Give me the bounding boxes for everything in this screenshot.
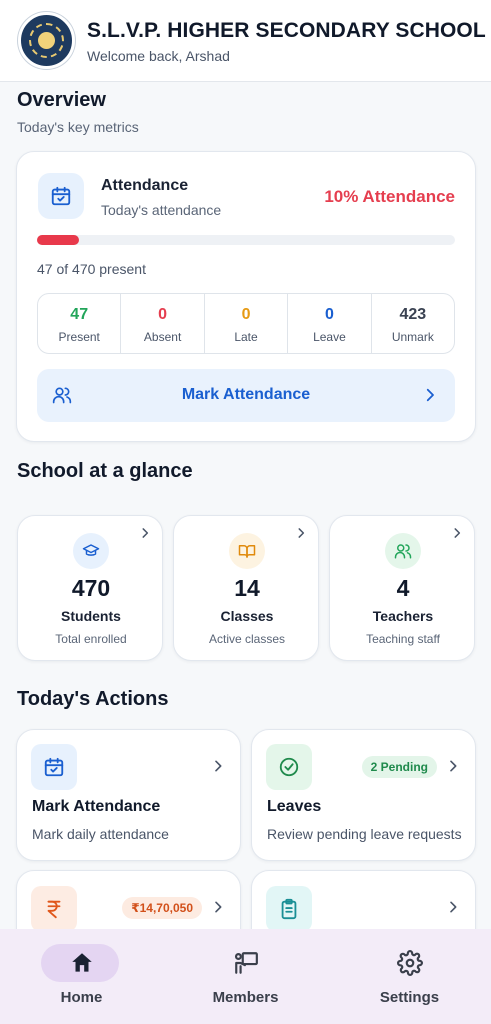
actions-title: Today's Actions: [17, 688, 169, 710]
teachers-label: Teachers: [372, 608, 434, 624]
chevron-right-icon: [450, 526, 464, 545]
stat-late: 0 Late: [205, 294, 289, 353]
users-icon: [385, 533, 421, 569]
nav-home[interactable]: Home: [0, 929, 163, 1024]
stat-leave: 0 Leave: [288, 294, 372, 353]
action-title: Mark Attendance: [32, 798, 161, 815]
chevron-right-icon: [210, 899, 226, 920]
stat-value: 0: [241, 306, 251, 323]
gear-icon: [328, 950, 491, 976]
chevron-right-icon: [138, 526, 152, 545]
students-sub: Total enrolled: [55, 632, 127, 646]
attendance-card: Attendance Today's attendance 10% Attend…: [16, 151, 476, 442]
stat-label: Present: [58, 330, 100, 344]
amount-badge: ₹14,70,050: [122, 897, 202, 919]
action-mark-attendance[interactable]: Mark Attendance Mark daily attendance: [16, 729, 241, 861]
classes-sub: Active classes: [208, 632, 286, 646]
stat-unmark: 423 Unmark: [372, 294, 454, 353]
stat-label: Absent: [143, 330, 182, 344]
chevron-right-icon: [421, 386, 439, 409]
students-count: 470: [71, 575, 111, 601]
school-logo: [18, 12, 75, 69]
action-subtitle: Review pending leave requests: [267, 826, 462, 842]
stat-label: Leave: [313, 330, 346, 344]
rupee-icon: [31, 886, 77, 932]
nav-label: Members: [212, 989, 279, 1006]
attendance-count: 47 of 470 present: [37, 261, 146, 277]
glance-title: School at a glance: [17, 460, 193, 482]
attendance-title: Attendance: [101, 177, 189, 194]
nav-label: Settings: [379, 989, 440, 1006]
glance-card-teachers[interactable]: 4 Teachers Teaching staff: [329, 515, 475, 661]
bottom-nav: Home Members Settings: [0, 929, 491, 1024]
pending-badge: 2 Pending: [361, 756, 437, 778]
chevron-right-icon: [445, 758, 461, 779]
chevron-right-icon: [294, 526, 308, 545]
stat-value: 0: [158, 306, 168, 323]
action-leaves[interactable]: 2 Pending Leaves Review pending leave re…: [251, 729, 476, 861]
mark-attendance-button[interactable]: Mark Attendance: [37, 369, 455, 422]
stat-absent: 0 Absent: [121, 294, 205, 353]
classes-label: Classes: [220, 608, 274, 624]
attendance-stats: 47 Present 0 Absent 0 Late 0 Leave 423 U…: [37, 293, 455, 354]
action-subtitle: Mark daily attendance: [32, 826, 169, 842]
classes-count: 14: [234, 575, 260, 601]
calendar-check-icon: [31, 744, 77, 790]
overview-title: Overview: [17, 89, 106, 111]
mark-attendance-label: Mark Attendance: [181, 386, 311, 403]
book-icon: [229, 533, 265, 569]
school-name: S.L.V.P. HIGHER SECONDARY SCHOOL: [87, 19, 486, 42]
attendance-percent: 10% Attendance: [324, 187, 455, 206]
teachers-count: 4: [396, 575, 410, 601]
action-title: Leaves: [267, 798, 322, 815]
welcome-text: Welcome back, Arshad: [87, 48, 230, 64]
stat-label: Late: [234, 330, 258, 344]
home-icon: [0, 950, 163, 976]
attendance-subtitle: Today's attendance: [101, 202, 222, 218]
chevron-right-icon: [210, 758, 226, 779]
stat-label: Unmark: [391, 330, 434, 344]
stat-value: 0: [324, 306, 334, 323]
attendance-progress-track: [37, 235, 455, 245]
clipboard-list-icon: [266, 886, 312, 932]
attendance-progress-fill: [37, 235, 79, 245]
glance-card-classes[interactable]: 14 Classes Active classes: [173, 515, 319, 661]
stat-value: 47: [70, 306, 89, 323]
teachers-sub: Teaching staff: [366, 632, 440, 646]
students-label: Students: [61, 608, 121, 624]
check-circle-icon: [266, 744, 312, 790]
nav-settings[interactable]: Settings: [328, 929, 491, 1024]
nav-members[interactable]: Members: [164, 929, 327, 1024]
nav-label: Home: [60, 989, 103, 1006]
stat-present: 47 Present: [38, 294, 122, 353]
calendar-check-icon: [38, 173, 84, 219]
stat-value: 423: [399, 306, 427, 323]
teacher-board-icon: [164, 950, 327, 976]
graduation-cap-icon: [73, 533, 109, 569]
chevron-right-icon: [445, 899, 461, 920]
glance-card-students[interactable]: 470 Students Total enrolled: [17, 515, 163, 661]
app-header: S.L.V.P. HIGHER SECONDARY SCHOOL Welcome…: [0, 0, 491, 82]
overview-subtitle: Today's key metrics: [17, 119, 139, 135]
